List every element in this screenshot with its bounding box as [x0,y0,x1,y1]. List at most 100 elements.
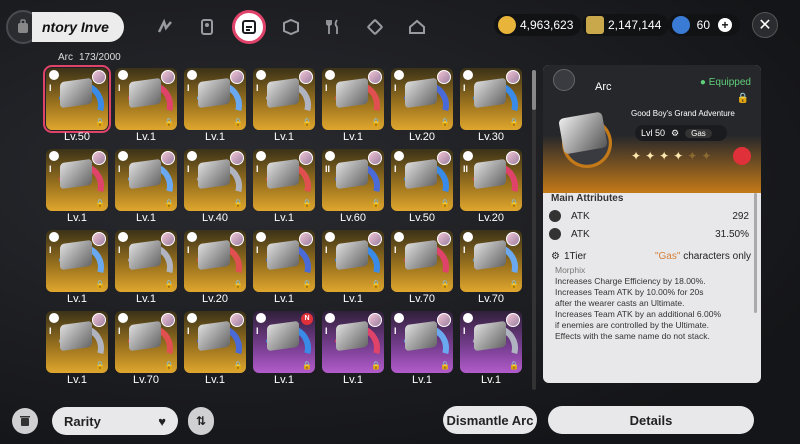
arc-card[interactable]: I 🔒 Lv.1 [115,230,177,312]
tab-bangboo[interactable] [190,10,224,44]
trash-button[interactable] [12,408,38,434]
star-icon: ✦ [673,149,684,163]
arc-card-art: I 🔒 [253,149,315,211]
arc-card[interactable]: I 🔒 Lv.1 [460,311,522,393]
arc-card[interactable]: I 🔒 Lv.40 [184,149,246,231]
arc-card[interactable]: I 🔒 Lv.1 [391,311,453,393]
arc-level: Lv.50 [63,131,91,143]
arc-card[interactable]: I 🔒 Lv.70 [460,230,522,312]
detail-scrollbar[interactable] [754,193,757,313]
gear-icon [325,151,335,161]
lock-icon: 🔒 [233,118,243,127]
attribute-name: ATK [571,210,590,222]
gear-icon [49,313,59,323]
arc-card[interactable]: I 🔒 Lv.1 [46,311,108,393]
lock-icon: 🔒 [509,118,519,127]
tab-arc-inventory[interactable] [232,10,266,44]
arc-card[interactable]: I 🔒 Lv.1 [184,311,246,393]
arc-card[interactable]: I 🔒 Lv.1 [253,68,315,150]
arc-card[interactable]: I 🔒 Lv.1 [253,230,315,312]
category-tabs [148,10,434,44]
arc-detail-panel: Arc ● Equipped 🔒 Good Boy's Grand Advent… [543,65,761,383]
rarity-label: Rarity [64,413,101,429]
arc-card[interactable]: I 🔒 Lv.30 [460,68,522,150]
detail-category: Arc [595,81,612,93]
lock-icon: 🔒 [440,199,450,208]
arc-category-icon [553,69,575,91]
arc-card[interactable]: I N 🔒 Lv.1 [253,311,315,393]
equipped-avatar [161,313,175,327]
arc-card-art: I 🔒 [184,230,246,292]
arc-tier: I [325,245,328,255]
arc-inventory-icon [242,20,256,34]
arc-tier: I [394,326,397,336]
details-button[interactable]: Details [548,406,754,434]
arc-card[interactable]: I 🔒 Lv.1 [184,68,246,150]
lock-toggle-icon[interactable]: 🔒 [737,93,749,104]
gear-icon [325,70,335,80]
arc-card[interactable]: I 🔒 Lv.50 [43,65,111,150]
arc-card[interactable]: I 🔒 Lv.70 [115,311,177,393]
lock-icon: 🔒 [164,118,174,127]
arc-card[interactable]: I 🔒 Lv.70 [391,230,453,312]
arc-card[interactable]: I 🔒 Lv.1 [115,149,177,231]
tab-cube[interactable] [358,10,392,44]
gear-icon [463,232,473,242]
equipped-avatar [230,232,244,246]
arc-level: Lv.1 [136,212,156,224]
arc-card[interactable]: I 🔒 Lv.1 [322,311,384,393]
arc-card[interactable]: I 🔒 Lv.20 [184,230,246,312]
gear-icon [325,313,335,323]
trash-icon [20,416,30,426]
arc-image [336,320,368,352]
arc-image [129,77,161,109]
lock-icon: 🔒 [164,280,174,289]
grid-scrollbar[interactable] [532,70,536,390]
arc-image [267,320,299,352]
sort-order-button[interactable]: ⇅ [188,407,214,435]
rarity-filter-dropdown[interactable]: Rarity ♥ [52,407,178,435]
lock-icon: 🔒 [233,280,243,289]
close-button[interactable]: ✕ [752,12,778,38]
arc-card[interactable]: I 🔒 Lv.1 [115,68,177,150]
gear-icon [463,313,473,323]
arc-card[interactable]: I 🔒 Lv.50 [391,149,453,231]
arc-card[interactable]: I 🔒 Lv.1 [46,149,108,231]
gear-icon [187,70,197,80]
box-icon [283,18,299,36]
arc-tier: I [49,326,52,336]
arc-card[interactable]: I 🔒 Lv.1 [322,230,384,312]
arc-card[interactable]: I 🔒 Lv.1 [253,149,315,231]
arc-card-art: I 🔒 [253,68,315,130]
arc-tier: I [325,326,328,336]
arc-tier: I [394,245,397,255]
arc-card-art: I N 🔒 [253,311,315,373]
arc-level: Lvl 50 [641,128,666,138]
arc-card[interactable]: I 🔒 Lv.1 [322,68,384,150]
arc-tier: I [187,164,190,174]
equipped-label: Equipped [708,77,751,88]
lock-icon: 🔒 [509,199,519,208]
gear-icon [118,232,128,242]
tab-drive-disc[interactable] [148,10,182,44]
dismantle-arc-button[interactable]: Dismantle Arc [443,406,537,434]
tab-food[interactable] [316,10,350,44]
arc-image [405,158,437,190]
add-battery-button[interactable]: + [718,18,732,32]
arc-card[interactable]: II 🔒 Lv.60 [322,149,384,231]
arc-card[interactable]: I 🔒 Lv.20 [391,68,453,150]
arc-card[interactable]: I 🔒 Lv.1 [46,230,108,312]
arc-image [336,239,368,271]
arc-level: Lv.1 [274,212,294,224]
tab-box[interactable] [274,10,308,44]
equipped-status: ● Equipped [699,77,751,88]
effect-line: Increases Team ATK by an additional 6.00… [555,309,722,319]
arc-card-art: I 🔒 [184,311,246,373]
arc-card[interactable]: II 🔒 Lv.20 [460,149,522,231]
lock-icon: 🔒 [371,118,381,127]
arc-card-art: II 🔒 [322,149,384,211]
tab-home[interactable] [400,10,434,44]
grid-scroll-thumb[interactable] [532,70,536,110]
arc-card-art: II 🔒 [460,149,522,211]
gear-icon [394,232,404,242]
